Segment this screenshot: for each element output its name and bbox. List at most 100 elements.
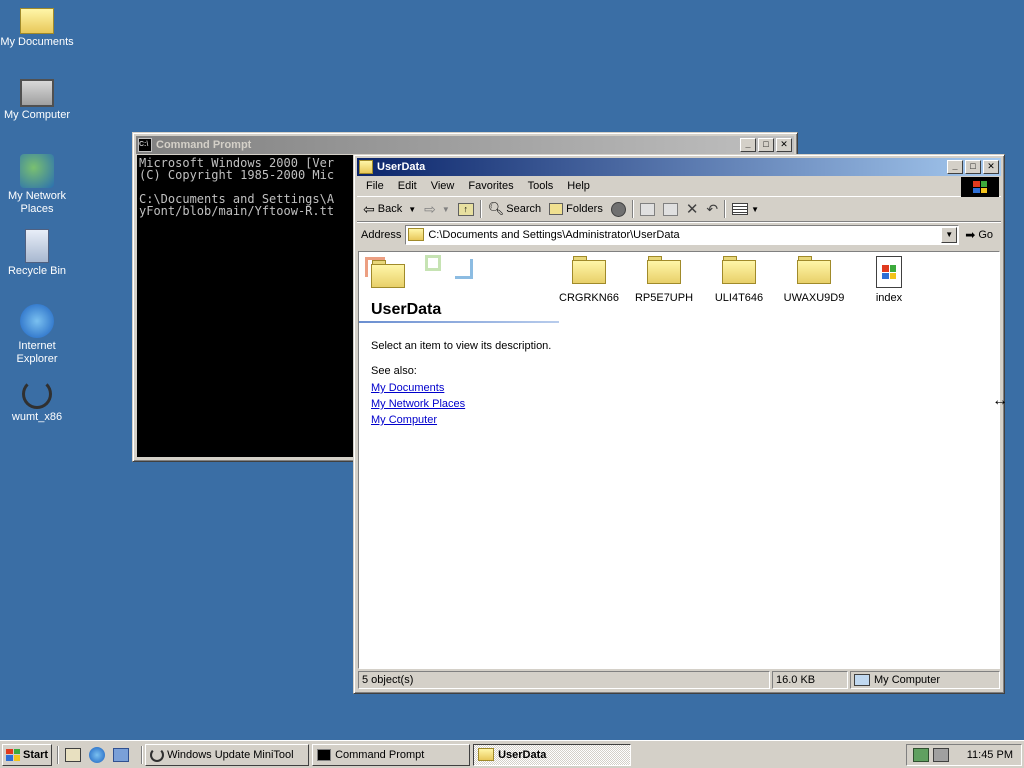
- folder-icon: [408, 228, 425, 241]
- history-icon: [610, 201, 626, 217]
- back-button[interactable]: ⇦ Back ▼: [359, 198, 420, 220]
- desktop-icon-label: Recycle Bin: [7, 265, 67, 277]
- desktop-icon-computer[interactable]: My Computer: [0, 79, 74, 122]
- menu-file[interactable]: File: [359, 180, 391, 192]
- link-my-network-places[interactable]: My Network Places: [371, 398, 465, 410]
- address-input[interactable]: C:\Documents and Settings\Administrator\…: [405, 224, 960, 245]
- menu-help[interactable]: Help: [560, 180, 597, 192]
- file-item[interactable]: index: [849, 256, 929, 304]
- menu-edit[interactable]: Edit: [391, 180, 424, 192]
- system-tray: 11:45 PM: [905, 743, 1022, 766]
- folder-item[interactable]: CRGRKN66: [549, 256, 629, 304]
- windows-flag-icon: [973, 181, 987, 193]
- folder-icon: [572, 256, 606, 284]
- undo-button[interactable]: ↶: [702, 198, 722, 220]
- folder-item[interactable]: RP5E7UPH: [624, 256, 704, 304]
- command-prompt-titlebar[interactable]: C:\ Command Prompt _ □ ✕: [136, 136, 794, 154]
- go-button[interactable]: ➡ Go: [959, 224, 1001, 246]
- item-label: UWAXU9D9: [783, 292, 845, 304]
- desktop-icon-folder-documents[interactable]: My Documents: [0, 4, 74, 49]
- history-button[interactable]: [607, 198, 630, 220]
- item-label: ULI4T646: [714, 292, 764, 304]
- quick-launch: [61, 746, 133, 763]
- close-button[interactable]: ✕: [776, 138, 792, 152]
- desktop-icon-network[interactable]: My Network Places: [0, 154, 74, 216]
- address-dropdown-button[interactable]: ▼: [941, 226, 958, 243]
- views-grid-icon: [732, 203, 749, 215]
- menu-tools[interactable]: Tools: [521, 180, 561, 192]
- maximize-button[interactable]: □: [965, 160, 981, 174]
- desktop-icon-recycle-bin[interactable]: Recycle Bin: [0, 229, 74, 278]
- recycle-bin-icon: [25, 229, 49, 263]
- desktop-icon-label: Places: [20, 203, 54, 215]
- task-button[interactable]: Command Prompt: [312, 743, 471, 766]
- large-folder-icon: [371, 260, 405, 288]
- minimize-button[interactable]: _: [947, 160, 963, 174]
- folders-button[interactable]: Folders: [545, 198, 607, 220]
- folder-item[interactable]: UWAXU9D9: [774, 256, 854, 304]
- refresh-arrow-icon: [22, 379, 52, 409]
- taskbar: Start Windows Update MiniTool Command Pro…: [0, 740, 1024, 768]
- network-tray-icon[interactable]: [912, 747, 929, 762]
- undo-icon: ↶: [706, 200, 719, 217]
- toolbar-separator: [631, 200, 634, 218]
- toolbar-separator: [724, 200, 727, 218]
- start-button[interactable]: Start: [2, 743, 53, 766]
- menu-view[interactable]: View: [424, 180, 462, 192]
- folders-icon: [549, 203, 564, 215]
- status-size: 16.0 KB: [772, 671, 848, 689]
- maximize-button[interactable]: □: [758, 138, 774, 152]
- link-my-documents[interactable]: My Documents: [371, 382, 465, 394]
- back-arrow-icon: ⇦: [363, 200, 375, 217]
- desktop-icon-internet-explorer[interactable]: Internet Explorer: [0, 304, 74, 366]
- windows-logo: [961, 177, 999, 197]
- item-label: RP5E7UPH: [634, 292, 694, 304]
- forward-button[interactable]: ⇨ ▼: [420, 198, 454, 220]
- explorer-window[interactable]: UserData _ □ ✕ File Edit View Favorites Tool…: [353, 154, 1005, 694]
- task-label: UserData: [498, 748, 547, 761]
- up-folder-icon: ↑: [457, 202, 474, 216]
- desktop-icon-label: wumt_x86: [11, 411, 63, 423]
- network-icon: [20, 154, 54, 188]
- forward-arrow-icon: ⇨: [424, 200, 436, 217]
- menu-favorites[interactable]: Favorites: [461, 180, 520, 192]
- internet-explorer-icon: [20, 304, 54, 338]
- outlook-express-icon[interactable]: [113, 747, 130, 762]
- search-button[interactable]: 🔍︎ Search: [484, 198, 545, 220]
- minimize-button[interactable]: _: [740, 138, 756, 152]
- volume-tray-icon[interactable]: [932, 747, 949, 762]
- clock[interactable]: 11:45 PM: [967, 749, 1013, 761]
- desktop-icon-label: Explorer: [16, 353, 58, 365]
- desktop-icon-label: Internet: [18, 340, 56, 352]
- folder-documents-icon: [20, 8, 54, 34]
- show-desktop-icon[interactable]: [65, 747, 82, 762]
- folder-item[interactable]: ULI4T646: [699, 256, 779, 304]
- folder-icon: [722, 256, 756, 284]
- folder-icon: [359, 160, 373, 174]
- search-icon: 🔍︎: [487, 201, 505, 216]
- address-bar: Address C:\Documents and Settings\Admini…: [357, 222, 1001, 246]
- copy-to-icon: [662, 202, 678, 216]
- internet-explorer-icon[interactable]: [89, 746, 106, 763]
- views-button[interactable]: ▼: [728, 198, 763, 220]
- up-folder-button[interactable]: ↑: [454, 198, 478, 220]
- taskbar-separator: [57, 745, 60, 764]
- console-icon: C:\: [138, 138, 152, 152]
- taskbar-separator: [141, 745, 144, 764]
- copy-to-button[interactable]: [659, 198, 682, 220]
- computer-icon: [20, 79, 54, 107]
- task-button[interactable]: Windows Update MiniTool: [145, 743, 310, 766]
- task-button[interactable]: UserData: [473, 743, 632, 766]
- windows-flag-icon: [6, 748, 20, 761]
- desktop-icon-label: My Documents: [0, 36, 74, 48]
- explorer-titlebar[interactable]: UserData _ □ ✕: [357, 158, 1001, 176]
- menu-bar: File Edit View Favorites Tools Help: [357, 176, 1001, 197]
- folder-view[interactable]: UserData Select an item to view its desc…: [358, 251, 1000, 669]
- link-my-computer[interactable]: My Computer: [371, 414, 465, 426]
- address-value: C:\Documents and Settings\Administrator\…: [428, 228, 680, 241]
- close-button[interactable]: ✕: [983, 160, 999, 174]
- move-to-button[interactable]: [636, 198, 659, 220]
- desktop-icon-refresh-arrow[interactable]: wumt_x86: [0, 379, 74, 424]
- delete-button[interactable]: ✕: [682, 198, 703, 220]
- delete-x-icon: ✕: [685, 201, 699, 218]
